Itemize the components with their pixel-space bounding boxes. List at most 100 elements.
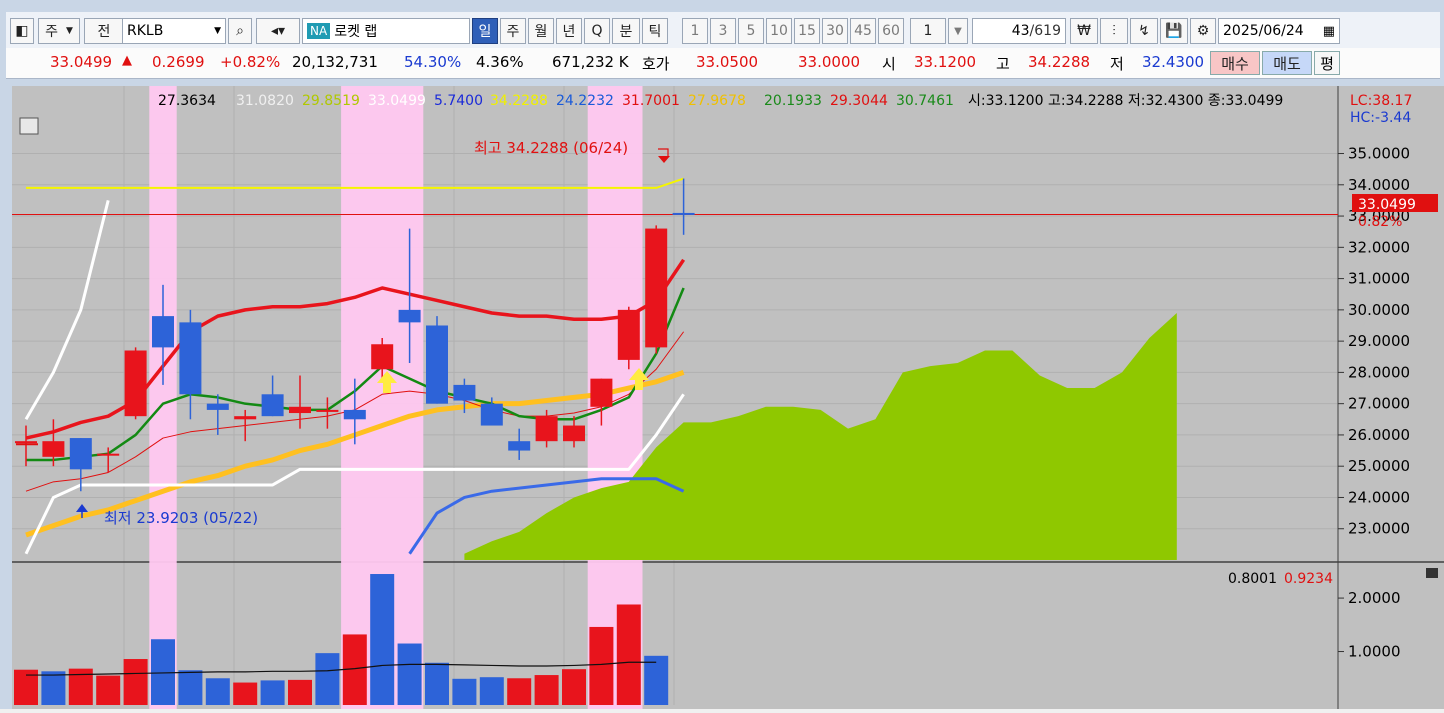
open-value: 33.1200 <box>914 53 977 71</box>
axis-label: 28.0000 <box>1348 363 1410 381</box>
axis-label: 23.0000 <box>1348 520 1410 538</box>
interval-15[interactable]: 15 <box>794 18 820 44</box>
candle-body <box>480 403 503 426</box>
price-value: 33.0499 <box>50 53 113 71</box>
interval-5[interactable]: 5 <box>738 18 764 44</box>
volume-bar <box>616 604 641 705</box>
legend-value-10: 20.1933 <box>764 93 822 109</box>
window-icon[interactable]: ◧ <box>10 18 34 44</box>
low-label: 저 <box>1110 55 1124 73</box>
candle-body <box>234 416 257 420</box>
legend-value-9: 27.9678 <box>688 93 746 109</box>
volume-bar <box>96 675 121 705</box>
axis-label: 30.0000 <box>1348 301 1410 319</box>
na-badge: NA <box>307 23 331 39</box>
volume-bar <box>288 679 312 705</box>
tab-년[interactable]: 년 <box>556 18 582 44</box>
axis-label: 29.0000 <box>1348 332 1410 350</box>
candle-body <box>124 350 147 417</box>
position-field[interactable]: 43/619 <box>972 18 1066 44</box>
high-label: 고 <box>996 55 1010 73</box>
volume-bar <box>644 655 669 705</box>
legend-value-8: 31.7001 <box>622 93 680 109</box>
turnover-value: 4.36% <box>476 53 524 71</box>
axis-label: 31.0000 <box>1348 270 1410 288</box>
tab-틱[interactable]: 틱 <box>642 18 668 44</box>
currency-icon[interactable]: ₩ <box>1070 18 1098 44</box>
amount-value: 671,232 K <box>552 53 629 71</box>
price-chart[interactable]: 35.000034.000033.000032.000031.000030.00… <box>12 86 1444 709</box>
axis-label: 32.0000 <box>1348 238 1410 256</box>
sell-button[interactable]: 매도 <box>1262 51 1312 75</box>
candle-body <box>617 309 640 360</box>
interval-45[interactable]: 45 <box>850 18 876 44</box>
search-icon[interactable]: ⌕ <box>228 18 252 44</box>
volume-bar <box>479 677 504 705</box>
flat-button[interactable]: 평 <box>1314 51 1340 75</box>
legend-value-5: 5.7400 <box>434 93 483 109</box>
interval-10[interactable]: 10 <box>766 18 792 44</box>
tab-월[interactable]: 월 <box>528 18 554 44</box>
line-tool-icon[interactable]: ↯ <box>1130 18 1158 44</box>
buy-button[interactable]: 매수 <box>1210 51 1260 75</box>
volume-value: 20,132,731 <box>292 53 378 71</box>
up-triangle-icon: ▲ <box>122 53 132 68</box>
interval-3[interactable]: 3 <box>710 18 736 44</box>
count-dropdown[interactable]: ▼ <box>948 18 968 44</box>
symbol-input[interactable]: RKLB ▼ <box>122 18 226 44</box>
market-select[interactable]: 주 ▼ <box>38 18 80 44</box>
volume-bar <box>452 678 477 705</box>
volume-axis-label: 1.0000 <box>1348 643 1401 661</box>
interval-60[interactable]: 60 <box>878 18 904 44</box>
volume-bar <box>205 678 230 705</box>
chevron-down-icon: ▼ <box>65 26 73 36</box>
volume-bar <box>123 659 148 705</box>
tab-Q[interactable]: Q <box>584 18 610 44</box>
period-unit-button[interactable]: 전 <box>84 18 124 44</box>
panel-close-icon[interactable] <box>1426 568 1438 578</box>
candle-body <box>42 441 65 457</box>
candle-body <box>152 316 174 348</box>
candle-body <box>672 212 695 215</box>
market-label: 주 <box>45 24 58 40</box>
count-field[interactable]: 1 <box>910 18 946 44</box>
candle-body <box>535 416 558 442</box>
candle-body <box>69 438 92 470</box>
volume-bar <box>151 639 175 705</box>
axis-label: 34.0000 <box>1348 176 1410 194</box>
candle-body <box>508 441 531 451</box>
volume-bar <box>233 682 258 705</box>
legend-ohlc: 시:33.1200 고:34.2288 저:32.4300 종:33.0499 <box>968 93 1283 109</box>
volume-bar <box>425 662 449 705</box>
tab-일[interactable]: 일 <box>472 18 498 44</box>
date-value: 2025/06/24 <box>1223 23 1304 39</box>
candle-body <box>343 409 366 420</box>
candle-body <box>426 325 448 404</box>
chart-area[interactable]: 35.0000 34.0000 33.0000 32.0000 31.0000 30.00… <box>12 86 1444 709</box>
symbol-value: RKLB <box>127 23 164 39</box>
grid-toggle-icon[interactable] <box>19 117 39 135</box>
save-icon[interactable]: 💾 <box>1160 18 1188 44</box>
volume-bar <box>589 626 614 705</box>
total-count: /619 <box>1029 23 1061 39</box>
stock-name: 로켓 랩 <box>334 24 378 40</box>
interval-30[interactable]: 30 <box>822 18 848 44</box>
tab-분[interactable]: 분 <box>612 18 640 44</box>
tab-주[interactable]: 주 <box>500 18 526 44</box>
change-pct: +0.82% <box>220 53 281 71</box>
last-pct-text: 0.82% <box>1358 214 1402 230</box>
gear-icon[interactable]: ⚙ <box>1190 18 1216 44</box>
volume-bar <box>315 653 340 705</box>
toolbar: ◧ 주 ▼ 전 RKLB ▼ ⌕ ◂▾ NA 로켓 랩 1 ▼ 43/619 ₩ ⫶ … <box>6 12 1440 49</box>
axis-label: 35.0000 <box>1348 145 1410 163</box>
date-field[interactable]: 2025/06/24 ▦ <box>1218 18 1340 44</box>
candle-body <box>645 228 668 348</box>
volume-legend-1: 0.8001 <box>1228 571 1277 587</box>
legend-value-4: 33.0499 <box>368 93 426 109</box>
interval-1[interactable]: 1 <box>682 18 708 44</box>
candle-icon[interactable]: ⫶ <box>1100 18 1128 44</box>
highlight-band <box>149 86 177 709</box>
volume-bar <box>562 669 586 705</box>
stock-name-field[interactable]: NA 로켓 랩 <box>302 18 470 44</box>
speaker-icon[interactable]: ◂▾ <box>256 18 300 44</box>
